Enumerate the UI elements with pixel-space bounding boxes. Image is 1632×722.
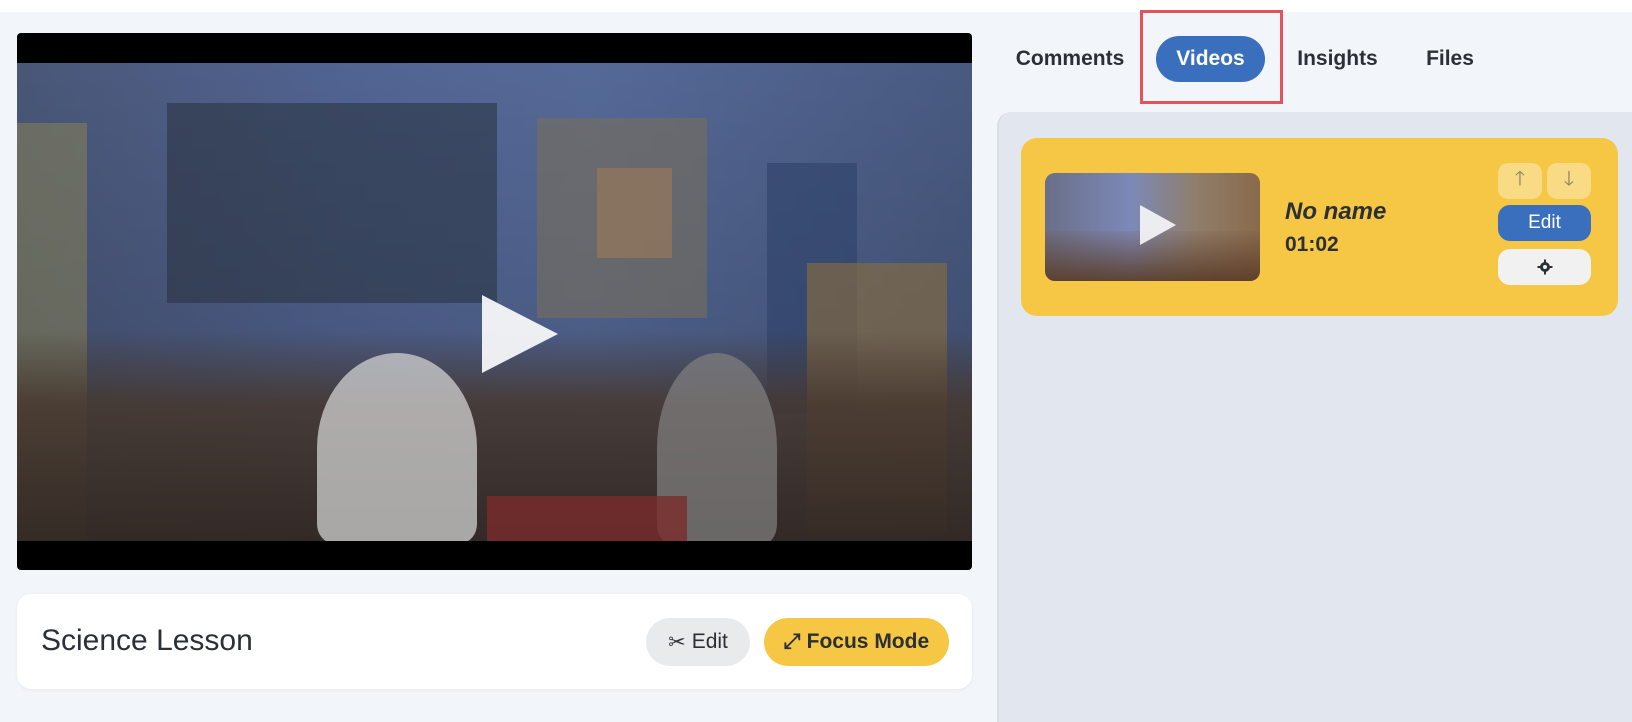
video-edit-button[interactable]: Edit <box>1498 205 1591 241</box>
video-card[interactable]: No name 01:02 🡑 🡓 Edit <box>1021 138 1618 316</box>
focus-mode-button[interactable]: ⤢ Focus Mode <box>764 618 949 666</box>
teacher-figure <box>317 353 477 541</box>
edit-lesson-label: Edit <box>691 630 728 653</box>
patchwork-poster <box>597 168 672 258</box>
lesson-title: Science Lesson <box>41 624 253 657</box>
focus-mode-label: Focus Mode <box>806 630 930 653</box>
lesson-title-card: Science Lesson ✂ Edit ⤢ Focus Mode <box>17 594 972 689</box>
move-up-button[interactable]: 🡑 <box>1498 163 1542 199</box>
tab-insights[interactable]: Insights <box>1290 36 1385 82</box>
video-settings-button[interactable] <box>1498 249 1591 285</box>
edit-lesson-button[interactable]: ✂ Edit <box>646 618 750 666</box>
play-icon[interactable] <box>482 295 558 373</box>
scissors-icon: ✂ <box>668 630 686 654</box>
move-down-button[interactable]: 🡓 <box>1547 163 1591 199</box>
tab-insights-label: Insights <box>1297 47 1378 70</box>
active-tab-highlight <box>1140 10 1283 104</box>
arrow-up-icon: 🡑 <box>1514 168 1526 190</box>
video-duration: 01:02 <box>1285 233 1339 256</box>
video-edit-label: Edit <box>1528 212 1561 233</box>
top-strip <box>0 0 1632 12</box>
thumbnail-play-icon <box>1140 205 1176 245</box>
window-display <box>167 103 497 303</box>
red-table <box>487 496 687 541</box>
tab-comments[interactable]: Comments <box>1010 36 1130 82</box>
tab-files-label: Files <box>1426 47 1474 70</box>
video-name: No name <box>1285 198 1387 225</box>
video-player[interactable] <box>17 33 972 570</box>
arrow-down-icon: 🡓 <box>1563 168 1575 190</box>
video-thumbnail[interactable] <box>1045 173 1260 281</box>
gear-icon <box>1537 259 1552 275</box>
tab-files[interactable]: Files <box>1420 36 1480 82</box>
expand-icon: ⤢ <box>783 630 801 653</box>
tab-comments-label: Comments <box>1015 47 1125 70</box>
